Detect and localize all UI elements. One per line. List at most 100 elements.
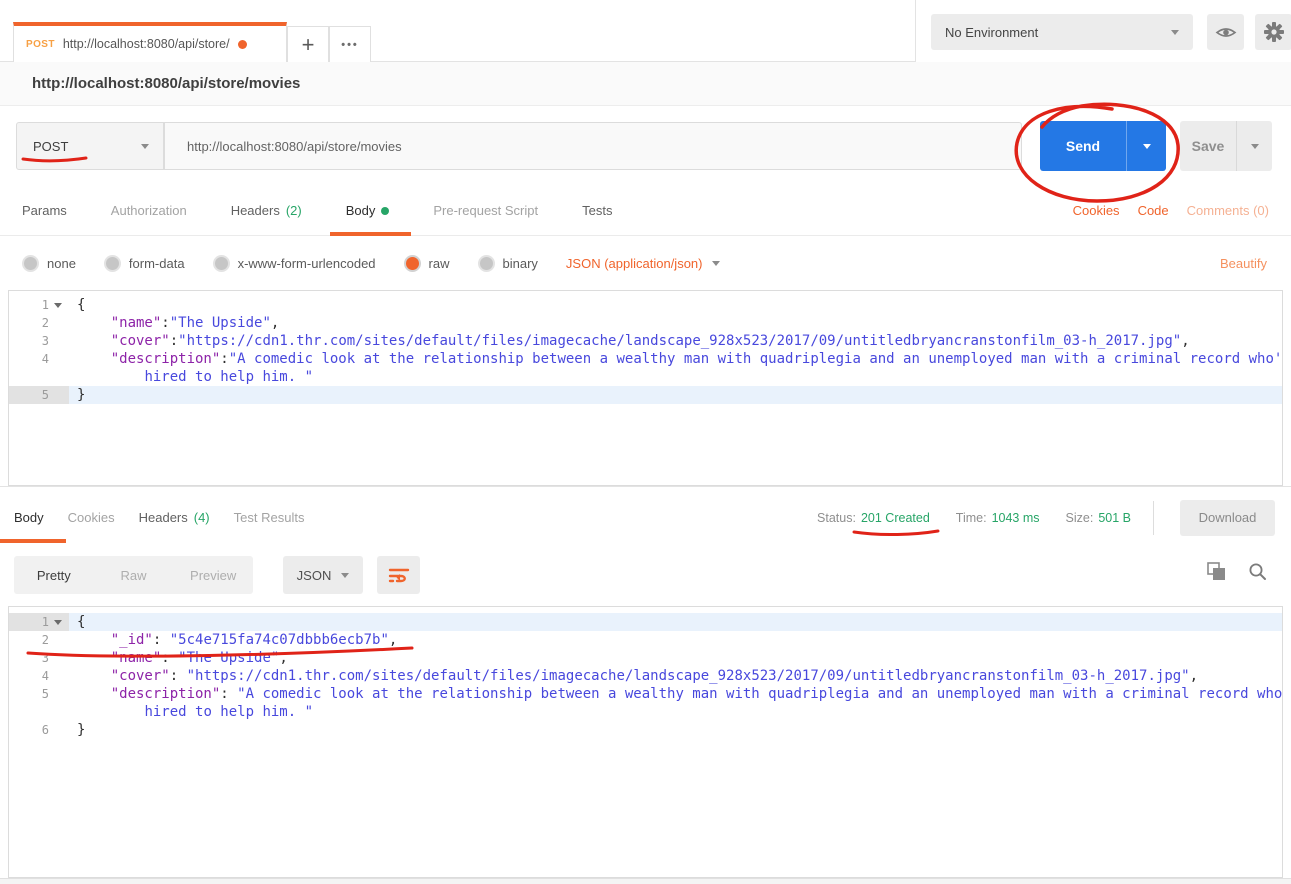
environment-selector[interactable]: No Environment (931, 14, 1193, 50)
tab-label: Body (14, 510, 44, 525)
code-row[interactable]: 1{ (9, 613, 1282, 631)
code-line: } (69, 386, 85, 404)
environment-quick-look-button[interactable] (1207, 14, 1244, 50)
settings-button[interactable] (1255, 14, 1291, 50)
chevron-down-icon (141, 144, 149, 149)
copy-button[interactable] (1207, 562, 1226, 586)
tab-label: Pre-request Script (433, 203, 538, 218)
tab-authorization[interactable]: Authorization (111, 186, 187, 236)
json-punctuation: , (1181, 333, 1189, 349)
content-type-selector[interactable]: JSON (application/json) (566, 256, 721, 271)
line-gutter: 2 (9, 314, 69, 332)
copy-icon (1207, 562, 1226, 581)
send-options-button[interactable] (1126, 121, 1166, 171)
response-format-selector[interactable]: JSON (283, 556, 363, 594)
size-value: 501 B (1098, 511, 1131, 525)
search-button[interactable] (1248, 562, 1267, 586)
request-title: http://localhost:8080/api/store/movies (32, 75, 300, 92)
tab-tests[interactable]: Tests (582, 186, 612, 236)
body-mode-raw[interactable]: raw (404, 255, 450, 272)
fold-caret-icon[interactable] (54, 620, 62, 625)
line-gutter: 3 (9, 649, 69, 667)
response-editor[interactable]: 1{2 "_id": "5c4e715fa74c07dbbb6ecb7b",3 … (8, 606, 1283, 878)
time-label: Time: (956, 511, 987, 525)
request-builder: POST Send Save (0, 106, 1291, 186)
code-row[interactable]: 6} (9, 721, 1282, 739)
more-tabs-button[interactable]: ••• (329, 26, 371, 62)
line-gutter (9, 368, 69, 386)
tab-headers[interactable]: Headers(4) (139, 493, 210, 543)
radio-icon (478, 255, 495, 272)
fold-caret-icon[interactable] (54, 303, 62, 308)
body-mode-binary[interactable]: binary (478, 255, 538, 272)
tab-body[interactable]: Body (346, 186, 390, 236)
cookies-link[interactable]: Cookies (1073, 203, 1120, 218)
send-button[interactable]: Send (1040, 121, 1126, 171)
divider (1153, 501, 1154, 535)
url-input[interactable] (164, 122, 1022, 170)
tab-cookies[interactable]: Cookies (68, 493, 115, 543)
json-punctuation (77, 668, 111, 684)
code-line: } (69, 721, 85, 739)
save-button[interactable]: Save (1180, 121, 1236, 171)
code-row[interactable]: 2 "_id": "5c4e715fa74c07dbbb6ecb7b", (9, 631, 1282, 649)
body-mode-form-data[interactable]: form-data (104, 255, 185, 272)
line-number: 6 (9, 721, 49, 739)
body-mode-x-www-form-urlencoded[interactable]: x-www-form-urlencoded (213, 255, 376, 272)
content-type-value: JSON (application/json) (566, 256, 703, 271)
tab-params[interactable]: Params (22, 186, 67, 236)
wrap-text-icon (388, 567, 410, 583)
code-row[interactable]: 4 "description":"A comedic look at the r… (9, 350, 1282, 368)
code-row[interactable]: 4 "cover": "https://cdn1.thr.com/sites/d… (9, 667, 1282, 685)
code-link[interactable]: Code (1138, 203, 1169, 218)
method-selector[interactable]: POST (16, 122, 164, 170)
code-line: "cover": "https://cdn1.thr.com/sites/def… (69, 667, 1198, 685)
code-row[interactable]: hired to help him. " (9, 703, 1282, 721)
view-mode-raw[interactable]: Raw (94, 568, 174, 583)
new-tab-button[interactable]: + (287, 26, 329, 62)
json-value: hired to help him. " (144, 704, 313, 720)
code-row[interactable]: 3 "cover":"https://cdn1.thr.com/sites/de… (9, 332, 1282, 350)
code-line: hired to help him. " (69, 703, 313, 721)
body-mode-none[interactable]: none (22, 255, 76, 272)
radio-icon (22, 255, 39, 272)
json-value: "A comedic look at the relationship betw… (229, 351, 1282, 367)
line-number: 5 (9, 685, 49, 703)
tab-title: http://localhost:8080/api/store/ (63, 37, 230, 51)
beautify-link[interactable]: Beautify (1220, 256, 1267, 271)
code-row[interactable]: 2 "name":"The Upside", (9, 314, 1282, 332)
request-tabs-bar: Params Authorization Headers(2) Body Pre-req… (0, 186, 1291, 236)
tab-test-results[interactable]: Test Results (234, 493, 305, 543)
json-punctuation (77, 333, 111, 349)
active-tab-underline (330, 232, 412, 236)
view-mode-pretty[interactable]: Pretty (14, 568, 94, 583)
comments-0-link[interactable]: Comments (0) (1187, 203, 1269, 218)
request-tab[interactable]: POST http://localhost:8080/api/store/ (13, 22, 287, 62)
wrap-text-button[interactable] (377, 556, 420, 594)
save-options-button[interactable] (1236, 121, 1272, 171)
json-punctuation: } (77, 722, 85, 738)
json-punctuation (77, 351, 111, 367)
gear-icon (1263, 21, 1285, 43)
eye-icon (1215, 25, 1237, 40)
tab-headers[interactable]: Headers(2) (231, 186, 302, 236)
code-row[interactable]: 1{ (9, 296, 1282, 314)
view-mode-preview[interactable]: Preview (173, 568, 253, 583)
code-row[interactable]: 3 "name": "The Upside", (9, 649, 1282, 667)
line-gutter: 5 (9, 685, 69, 703)
download-button[interactable]: Download (1180, 500, 1275, 536)
code-row[interactable]: 5} (9, 386, 1282, 404)
json-value: "https://cdn1.thr.com/sites/default/file… (178, 333, 1181, 349)
code-line: "description": "A comedic look at the re… (69, 685, 1282, 703)
line-gutter: 1 (9, 296, 69, 314)
code-row[interactable]: 5 "description": "A comedic look at the … (9, 685, 1282, 703)
tab-label: Cookies (68, 510, 115, 525)
request-editor[interactable]: 1{2 "name":"The Upside",3 "cover":"https… (8, 290, 1283, 486)
tab-pre-request-script[interactable]: Pre-request Script (433, 186, 538, 236)
tab-method-label: POST (26, 39, 55, 50)
json-punctuation: : (170, 333, 178, 349)
code-line: "name":"The Upside", (69, 314, 279, 332)
line-gutter: 5 (9, 386, 69, 404)
tab-body[interactable]: Body (14, 493, 44, 543)
code-row[interactable]: hired to help him. " (9, 368, 1282, 386)
